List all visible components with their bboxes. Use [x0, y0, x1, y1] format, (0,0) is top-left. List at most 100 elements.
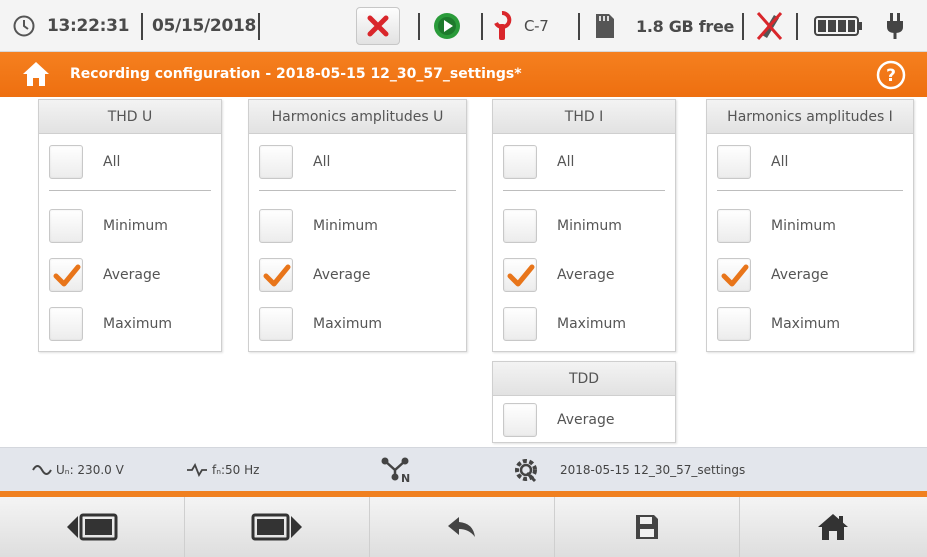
next-screen-button[interactable]	[185, 497, 370, 557]
checkbox[interactable]	[503, 258, 537, 292]
checkbox[interactable]	[49, 209, 83, 243]
checkmark-icon	[53, 264, 81, 287]
home-icon	[817, 514, 848, 540]
option-label: Average	[313, 267, 371, 283]
gps-off-icon	[754, 0, 784, 52]
panel-header: THD I	[493, 100, 675, 134]
bottom-toolbar	[0, 497, 927, 557]
option-minimum[interactable]: Minimum	[259, 208, 378, 244]
info-bar: Uₙ: 230.0 V fₙ:50 Hz N 2018-05-15 12_30_…	[0, 447, 927, 491]
clamp-label: C-7	[524, 17, 549, 35]
home-icon[interactable]	[22, 60, 50, 93]
option-average[interactable]: Average	[259, 257, 371, 293]
checkbox[interactable]	[49, 307, 83, 341]
option-average[interactable]: Average	[503, 402, 615, 438]
option-maximum[interactable]: Maximum	[503, 306, 626, 342]
home-button[interactable]	[740, 497, 925, 557]
panel-header: Harmonics amplitudes U	[249, 100, 466, 134]
nominal-voltage: Uₙ: 230.0 V	[32, 448, 124, 492]
panel-harmonics-amplitudes-u: Harmonics amplitudes U All Minimum Avera…	[248, 99, 467, 352]
divider	[49, 190, 211, 191]
status-bar: 13:22:31 05/15/2018 C-7 1.8 GB free	[0, 0, 927, 52]
panel-header: Harmonics amplitudes I	[707, 100, 913, 134]
checkbox[interactable]	[717, 209, 751, 243]
title-bar: Recording configuration - 2018-05-15 12_…	[0, 52, 927, 97]
option-average[interactable]: Average	[49, 257, 161, 293]
option-maximum[interactable]: Maximum	[259, 306, 382, 342]
checkbox[interactable]	[259, 209, 293, 243]
plug-icon	[884, 0, 906, 52]
red-clamp-icon	[492, 0, 512, 52]
panel-header: THD U	[39, 100, 221, 134]
panel-harmonics-amplitudes-i: Harmonics amplitudes I All Minimum Avera…	[706, 99, 914, 352]
save-button[interactable]	[555, 497, 740, 557]
checkbox[interactable]	[503, 307, 537, 341]
prev-screen-button[interactable]	[0, 497, 185, 557]
checkbox[interactable]	[717, 307, 751, 341]
checkbox[interactable]	[503, 403, 537, 437]
checkbox[interactable]	[259, 258, 293, 292]
frequency-label: fₙ:50 Hz	[212, 463, 260, 477]
option-label: All	[313, 154, 331, 170]
settings-name: 2018-05-15 12_30_57_settings	[560, 463, 746, 477]
option-average[interactable]: Average	[717, 257, 829, 293]
status-divider	[141, 13, 143, 40]
checkbox[interactable]	[503, 209, 537, 243]
panel-tdd: TDD Average	[492, 361, 676, 443]
checkbox[interactable]	[503, 145, 537, 179]
panel-thd-u: THD U All Minimum Average Maximum	[38, 99, 222, 352]
checkbox[interactable]	[717, 258, 751, 292]
voltage-label: Uₙ: 230.0 V	[56, 463, 124, 477]
status-divider	[742, 13, 744, 40]
checkmark-icon	[263, 264, 291, 287]
status-time: 13:22:31	[47, 16, 130, 36]
status-divider	[481, 13, 483, 40]
svg-text:N: N	[401, 472, 410, 484]
status-divider	[796, 13, 798, 40]
status-divider	[578, 13, 580, 40]
back-arrow-icon	[448, 517, 475, 537]
option-average[interactable]: Average	[503, 257, 615, 293]
option-label: Average	[103, 267, 161, 283]
option-label: Average	[771, 267, 829, 283]
panel-header: TDD	[493, 362, 675, 396]
help-icon[interactable]: ?	[876, 60, 906, 95]
option-all[interactable]: All	[717, 144, 788, 180]
option-label: All	[771, 154, 789, 170]
option-all[interactable]: All	[259, 144, 330, 180]
option-all[interactable]: All	[503, 144, 574, 180]
back-button[interactable]	[370, 497, 555, 557]
option-label: Minimum	[557, 218, 622, 234]
checkbox[interactable]	[49, 145, 83, 179]
status-divider	[258, 13, 260, 40]
save-icon	[636, 515, 658, 539]
checkbox[interactable]	[49, 258, 83, 292]
settings-gear-icon	[513, 448, 539, 492]
checkbox[interactable]	[259, 145, 293, 179]
network-type-icon: N	[380, 448, 414, 492]
option-minimum[interactable]: Minimum	[49, 208, 168, 244]
option-maximum[interactable]: Maximum	[49, 306, 172, 342]
sine-wave-icon	[32, 465, 52, 475]
panel-thd-i: THD I All Minimum Average Maximum	[492, 99, 676, 352]
checkbox[interactable]	[259, 307, 293, 341]
divider	[259, 190, 456, 191]
stop-recording-button[interactable]	[356, 0, 400, 52]
option-label: All	[103, 154, 121, 170]
option-label: Minimum	[771, 218, 836, 234]
option-label: All	[557, 154, 575, 170]
sd-card-icon	[594, 0, 616, 52]
option-label: Maximum	[771, 316, 840, 332]
option-all[interactable]: All	[49, 144, 120, 180]
clock-icon	[12, 0, 36, 52]
status-divider	[418, 13, 420, 40]
option-minimum[interactable]: Minimum	[503, 208, 622, 244]
option-label: Average	[557, 267, 615, 283]
frequency-icon	[187, 463, 207, 477]
checkbox[interactable]	[717, 145, 751, 179]
option-label: Minimum	[103, 218, 168, 234]
battery-icon	[814, 0, 864, 52]
svg-text:?: ?	[886, 66, 896, 86]
option-maximum[interactable]: Maximum	[717, 306, 840, 342]
option-minimum[interactable]: Minimum	[717, 208, 836, 244]
